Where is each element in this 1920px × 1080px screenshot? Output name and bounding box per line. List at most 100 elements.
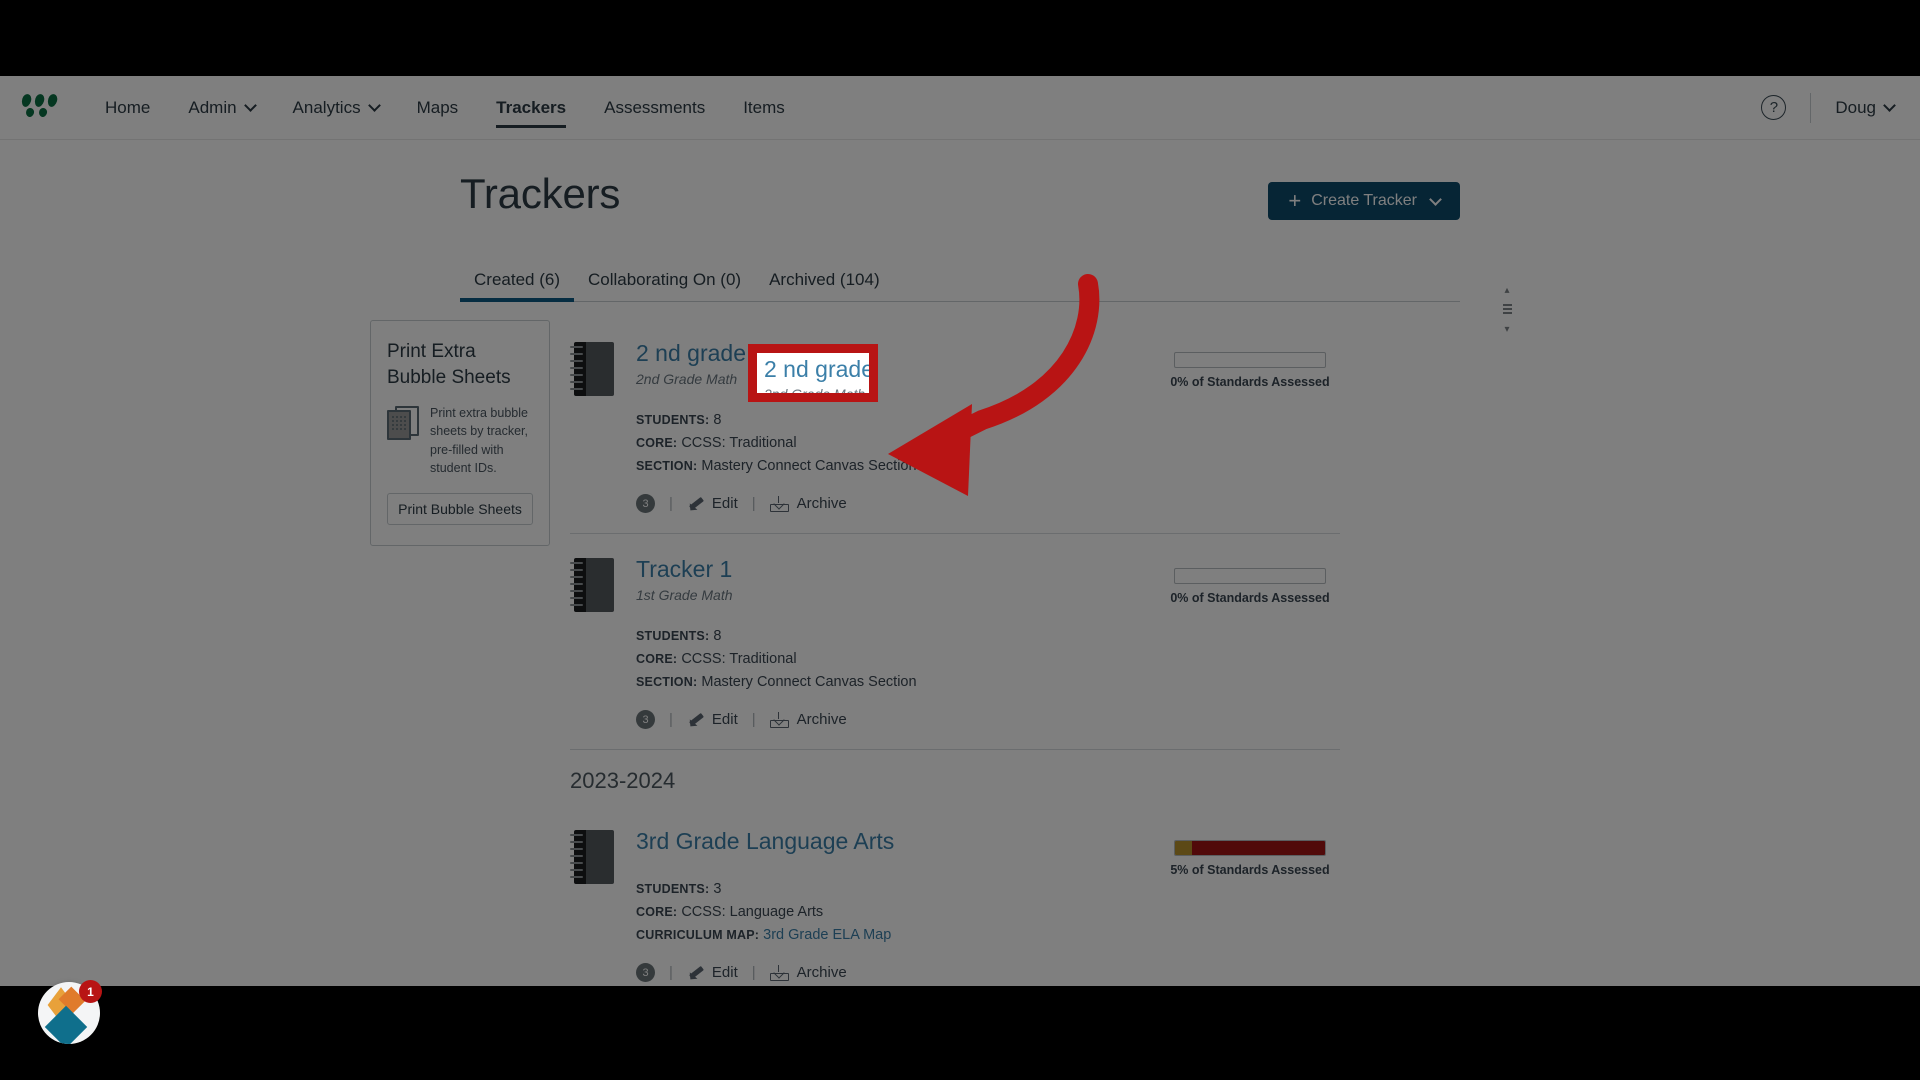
- print-bubble-sheets-card: Print Extra Bubble Sheets Print extra bu…: [370, 320, 550, 546]
- help-icon[interactable]: ?: [1761, 95, 1787, 120]
- meta-value: 8: [713, 627, 722, 644]
- tracker-body: Tracker 1 1st Grade Math STUDENTS: 8 COR…: [636, 556, 1130, 730]
- content-column: Trackers + Create Tracker Created (6) Co…: [370, 140, 1512, 983]
- separator: |: [669, 711, 673, 729]
- meta-label: CORE:: [636, 905, 678, 920]
- meta-value: CCSS: Traditional: [681, 650, 797, 667]
- create-tracker-button[interactable]: + Create Tracker: [1268, 182, 1460, 220]
- meta-label: STUDENTS:: [636, 881, 710, 896]
- meta-value: CCSS: Language Arts: [681, 904, 824, 921]
- nav-item-items[interactable]: Items: [724, 76, 804, 140]
- top-navbar: Home Admin Analytics Maps Trackers Asses…: [0, 76, 1920, 140]
- nav-item-maps[interactable]: Maps: [398, 76, 478, 140]
- meta-label: SECTION:: [636, 458, 698, 473]
- tracker-meta: STUDENTS: 8 CORE: CCSS: Traditional SECT…: [636, 409, 1130, 479]
- tab-label: Collaborating On (0): [587, 270, 742, 289]
- tracker-body: 3rd Grade Language Arts STUDENTS: 3 CORE…: [636, 828, 1130, 983]
- meta-core: CORE: CCSS: Traditional: [636, 432, 1130, 455]
- tracker-body: 2 nd grade 2nd Grade Math STUDENTS: 8 CO…: [636, 340, 1130, 514]
- bubble-sheet-icon: [387, 406, 419, 441]
- meta-students: STUDENTS: 8: [636, 409, 1130, 432]
- nav-item-label: Home: [105, 97, 151, 117]
- aside-title: Print Extra Bubble Sheets: [387, 341, 511, 388]
- scroll-down-icon[interactable]: ▾: [1504, 324, 1509, 335]
- pencil-icon: [687, 965, 704, 980]
- edit-action[interactable]: Edit: [687, 964, 738, 981]
- meta-section: SECTION: Mastery Connect Canvas Section: [636, 671, 1130, 694]
- curriculum-map-link[interactable]: 3rd Grade ELA Map: [763, 927, 891, 943]
- tab-collaborating-on[interactable]: Collaborating On (0): [574, 270, 755, 301]
- separator: |: [751, 964, 756, 982]
- archive-action[interactable]: Archive: [769, 711, 847, 729]
- progress-segment: [1175, 841, 1192, 856]
- nav-item-label: Trackers: [496, 97, 567, 117]
- tab-created[interactable]: Created (6): [460, 270, 574, 302]
- edit-action[interactable]: Edit: [687, 711, 738, 728]
- progress-label: 0% of Standards Assessed: [1170, 591, 1330, 606]
- chevron-down-icon: [1429, 192, 1442, 206]
- progress-bar: [1174, 352, 1326, 368]
- user-menu[interactable]: Doug: [1835, 97, 1896, 118]
- tracker-progress: 0% of Standards Assessed: [1160, 568, 1340, 729]
- nav-item-assessments[interactable]: Assessments: [585, 76, 724, 140]
- aside-description: Print extra bubble sheets by tracker, pr…: [430, 406, 528, 475]
- print-bubble-sheets-button[interactable]: Print Bubble Sheets: [387, 492, 533, 525]
- tab-bar: Created (6) Collaborating On (0) Archive…: [460, 260, 1460, 302]
- separator: |: [669, 964, 673, 982]
- navbar-right: ? Doug: [1761, 76, 1920, 140]
- tracker-count-badge[interactable]: 3: [636, 963, 655, 983]
- tracker-row: 3rd Grade Language Arts STUDENTS: 3 CORE…: [570, 806, 1340, 986]
- meta-core: CORE: CCSS: Traditional: [636, 648, 1130, 671]
- meta-value: Mastery Connect Canvas Section: [701, 457, 917, 474]
- nav-item-home[interactable]: Home: [86, 76, 169, 140]
- edit-label: Edit: [711, 711, 738, 729]
- archive-action[interactable]: Archive: [769, 964, 847, 981]
- archive-label: Archive: [796, 711, 847, 729]
- tracker-meta: STUDENTS: 8 CORE: CCSS: Traditional SECT…: [636, 625, 1130, 695]
- tracker-notebook-icon: [570, 830, 617, 888]
- archive-label: Archive: [796, 495, 847, 513]
- tracker-row: 2 nd grade 2nd Grade Math STUDENTS: 8 CO…: [570, 318, 1340, 535]
- meta-label: CORE:: [636, 435, 678, 450]
- mastery-connect-logo-icon[interactable]: [20, 92, 60, 123]
- chat-help-widget[interactable]: 1: [38, 980, 102, 1044]
- tracker-count-badge[interactable]: 3: [636, 494, 655, 514]
- screen: Home Admin Analytics Maps Trackers Asses…: [0, 0, 1920, 1080]
- nav-item-analytics[interactable]: Analytics: [274, 76, 398, 140]
- tracker-actions: 3 | Edit | Archive: [636, 963, 1130, 983]
- page-content: Trackers + Create Tracker Created (6) Co…: [0, 140, 1920, 986]
- nav-item-trackers[interactable]: Trackers: [477, 76, 585, 140]
- separator: |: [669, 495, 673, 513]
- archive-action[interactable]: Archive: [769, 495, 847, 513]
- user-name: Doug: [1835, 97, 1876, 117]
- edit-label: Edit: [711, 964, 738, 982]
- tracker-progress: 0% of Standards Assessed: [1160, 352, 1340, 513]
- scroll-handle-icon[interactable]: [1502, 304, 1512, 316]
- tab-archived[interactable]: Archived (104): [755, 270, 894, 301]
- archive-icon: [769, 964, 789, 981]
- tracker-subtitle: 2nd Grade Math: [636, 370, 738, 387]
- tracker-meta: STUDENTS: 3 CORE: CCSS: Language Arts CU…: [636, 878, 1130, 948]
- tracker-name-link[interactable]: 2 nd grade: [636, 340, 746, 368]
- nav-item-label: Admin: [188, 97, 237, 117]
- tracker-name-link[interactable]: Tracker 1: [636, 556, 732, 584]
- nav-item-label: Items: [743, 97, 785, 117]
- browser-page: Home Admin Analytics Maps Trackers Asses…: [0, 76, 1920, 986]
- scroll-up-icon[interactable]: ▴: [1504, 285, 1509, 296]
- meta-curriculum-map: CURRICULUM MAP: 3rd Grade ELA Map: [636, 924, 1130, 947]
- plus-icon: +: [1288, 188, 1302, 213]
- tracker-name-link[interactable]: 3rd Grade Language Arts: [636, 828, 894, 856]
- meta-section: SECTION: Mastery Connect Canvas Section: [636, 455, 1130, 478]
- pencil-icon: [687, 712, 704, 727]
- meta-value: 3: [713, 880, 722, 897]
- edit-label: Edit: [711, 495, 738, 513]
- mini-scroll-control[interactable]: ▴ ▾: [1502, 285, 1512, 335]
- tab-label: Archived (104): [769, 270, 880, 289]
- nav-item-admin[interactable]: Admin: [169, 76, 273, 140]
- separator: |: [751, 495, 756, 513]
- create-tracker-label: Create Tracker: [1311, 192, 1417, 209]
- tracker-actions: 3 | Edit | Archive: [636, 494, 1130, 514]
- edit-action[interactable]: Edit: [687, 495, 738, 512]
- progress-label: 5% of Standards Assessed: [1170, 863, 1330, 878]
- tracker-count-badge[interactable]: 3: [636, 710, 655, 730]
